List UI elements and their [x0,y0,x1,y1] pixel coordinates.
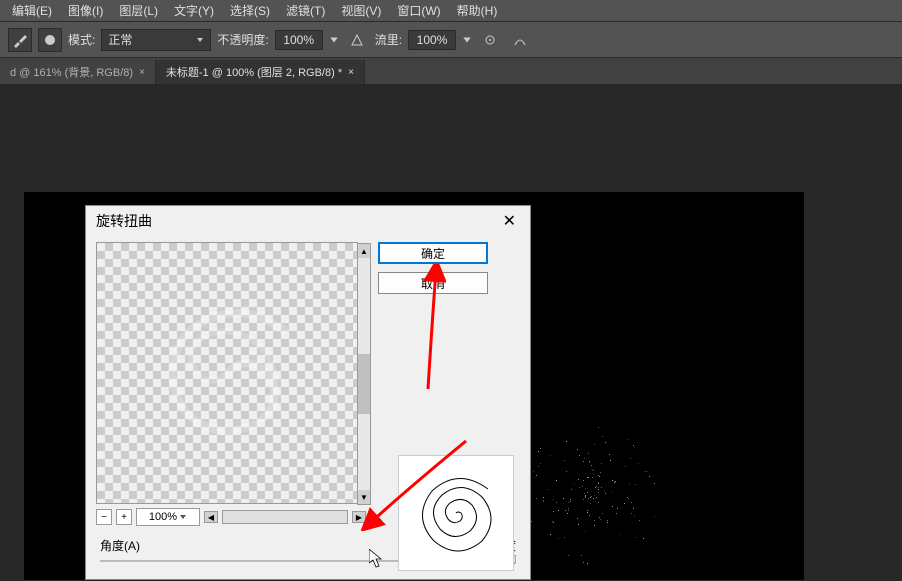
menu-filter[interactable]: 滤镜(T) [278,2,333,19]
menu-select[interactable]: 选择(S) [222,2,278,19]
spiral-icon [406,463,506,563]
opacity-chevron-icon[interactable] [329,35,339,45]
mode-label: 模式: [68,31,95,48]
preview-panel: ▲ ▼ − + 100% ◀ ▶ [96,242,366,526]
document-tabbar: d @ 161% (背景, RGB/8) × 未标题-1 @ 100% (图层 … [0,58,902,84]
options-toolbar: 模式: 正常 不透明度: 100% 流里: 100% [0,22,902,58]
zoom-out-button[interactable]: − [96,509,112,525]
ok-button[interactable]: 确定 [378,242,488,264]
chevron-down-icon [196,36,204,44]
tool-brush-icon[interactable] [8,28,32,52]
tool-brush-preset-icon[interactable] [38,28,62,52]
mode-value: 正常 [108,31,132,48]
opacity-input[interactable]: 100% [275,30,323,50]
tab-document-2[interactable]: 未标题-1 @ 100% (图层 2, RGB/8) * × [156,60,365,84]
zoom-in-button[interactable]: + [116,509,132,525]
swirl-preview-icon [127,273,327,473]
flow-input[interactable]: 100% [408,30,456,50]
dialog-title: 旋转扭曲 [96,211,152,231]
dialog-titlebar[interactable]: 旋转扭曲 ✕ [86,206,530,236]
menu-window[interactable]: 窗口(W) [389,2,448,19]
hscroll-left-icon[interactable]: ◀ [204,511,218,523]
menu-view[interactable]: 视图(V) [333,2,389,19]
opacity-label: 不透明度: [217,31,268,48]
tab-close-icon[interactable]: × [139,67,145,78]
scroll-thumb[interactable] [358,354,370,414]
pressure-size-icon[interactable] [508,28,532,52]
close-icon[interactable]: ✕ [499,211,520,231]
tab-close-icon[interactable]: × [348,67,354,78]
filter-preview[interactable]: ▲ ▼ [96,242,358,504]
flow-label: 流里: [375,31,402,48]
spiral-effect-preview [398,455,514,571]
preview-vscrollbar[interactable]: ▲ ▼ [357,243,371,505]
menu-text[interactable]: 文字(Y) [166,2,222,19]
menu-help[interactable]: 帮助(H) [449,2,506,19]
tab-label: d @ 161% (背景, RGB/8) [10,64,133,80]
mode-select[interactable]: 正常 [101,29,211,51]
pressure-opacity-icon[interactable] [345,28,369,52]
scroll-down-icon[interactable]: ▼ [358,490,370,504]
flow-chevron-icon[interactable] [462,35,472,45]
tab-document-1[interactable]: d @ 161% (背景, RGB/8) × [0,60,156,84]
zoom-level-select[interactable]: 100% [136,508,200,526]
preview-zoom-controls: − + 100% ◀ ▶ [96,508,366,526]
menubar: 编辑(E) 图像(I) 图层(L) 文字(Y) 选择(S) 滤镜(T) 视图(V… [0,0,902,22]
hscroll-right-icon[interactable]: ▶ [352,511,366,523]
airbrush-icon[interactable] [478,28,502,52]
twirl-dialog: 旋转扭曲 ✕ ▲ ▼ − + 100% [85,205,531,580]
tab-label: 未标题-1 @ 100% (图层 2, RGB/8) * [166,64,342,80]
angle-label: 角度(A) [100,537,140,554]
scroll-up-icon[interactable]: ▲ [358,244,370,258]
menu-edit[interactable]: 编辑(E) [4,2,60,19]
cancel-button[interactable]: 取消 [378,272,488,294]
menu-image[interactable]: 图像(I) [60,2,111,19]
preview-hscrollbar[interactable] [222,510,348,524]
chevron-down-icon [179,513,187,521]
menu-layer[interactable]: 图层(L) [111,2,166,19]
